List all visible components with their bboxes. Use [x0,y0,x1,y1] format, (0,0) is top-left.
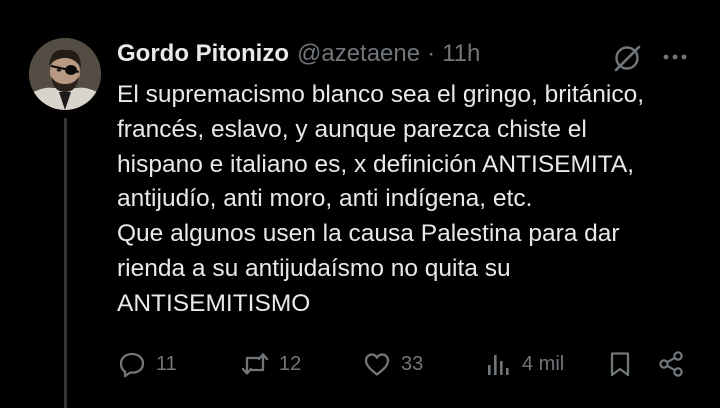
views-button[interactable]: 4 mil [485,344,564,384]
views-icon [488,355,509,375]
reply-count: 11 [156,352,177,375]
tweet-header: Gordo Pitonizo @azetaene · 11h [117,38,480,70]
user-handle[interactable]: @azetaene [297,40,420,68]
display-name[interactable]: Gordo Pitonizo [117,40,289,68]
tweet-text-line: francés, eslavo, y aunque parezca chiste… [117,115,587,143]
tweet-text-line: El supremacismo blanco sea el gringo, br… [117,81,645,108]
avatar-image [29,38,101,110]
bookmark-button[interactable] [606,344,634,384]
like-count: 33 [401,352,424,375]
tweet-text-line: rienda a su antijudaísmo no quita su [117,254,511,282]
share-icon [659,351,683,377]
tweet-text-line: ANTISEMITISMO [117,289,311,317]
repost-count: 12 [279,352,302,375]
tweet-text-line: Que algunos usen la causa Palestina para… [117,220,620,248]
bookmark-icon [610,352,630,377]
tweet[interactable]: Gordo Pitonizo @azetaene · 11h El suprem… [0,0,720,408]
grok-icon[interactable] [611,42,643,74]
tweet-text-line: hispano e italiano es, x definición ANTI… [117,150,635,178]
timestamp[interactable]: 11h [442,40,480,68]
like-button[interactable]: 33 [362,344,423,384]
reply-button[interactable]: 11 [117,344,177,384]
tweet-text: El supremacismo blanco sea el gringo, br… [117,78,707,322]
tweet-text-line: antijudío, anti moro, anti indígena, etc… [117,185,533,213]
repost-button[interactable]: 12 [240,344,301,384]
share-button[interactable] [656,344,686,384]
more-icon[interactable] [660,42,690,72]
avatar[interactable] [29,38,101,110]
reply-icon [119,352,145,378]
views-count: 4 mil [522,352,565,375]
repost-icon [241,353,269,375]
heart-icon [364,353,390,376]
separator-dot: · [427,40,436,67]
action-bar: 11 12 33 4 mil [0,344,720,384]
